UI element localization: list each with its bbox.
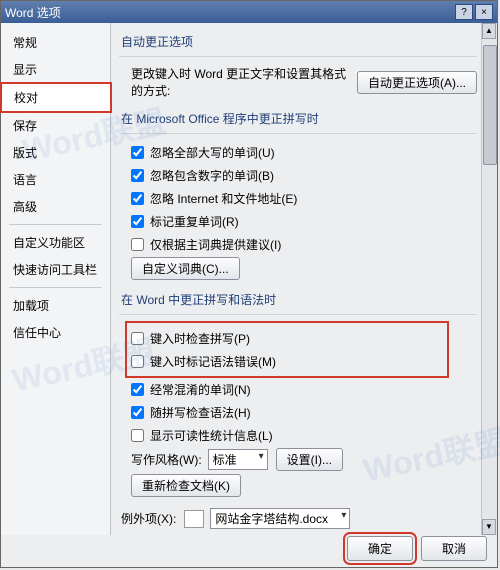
- check-confused-words[interactable]: 经常混淆的单词(N): [131, 379, 477, 399]
- nav-separator: [9, 287, 102, 288]
- cancel-button[interactable]: 取消: [421, 536, 487, 561]
- section-exceptions-heading: 例外项(X): 网站金字塔结构.docx: [119, 500, 477, 535]
- recheck-button[interactable]: 重新检查文档(K): [131, 474, 241, 497]
- nav-item-save[interactable]: 保存: [1, 112, 110, 139]
- autocorrect-options-button[interactable]: 自动更正选项(A)...: [357, 71, 477, 94]
- check-grammar-as-type[interactable]: 键入时标记语法错误(M): [131, 351, 447, 371]
- checkbox[interactable]: [131, 406, 144, 419]
- help-button[interactable]: ?: [455, 4, 473, 20]
- footer-buttons: 确定 取消: [347, 536, 487, 561]
- check-spell-as-type[interactable]: 键入时检查拼写(P): [131, 328, 447, 348]
- custom-dict-row: 自定义词典(C)...: [131, 257, 477, 280]
- scroll-thumb[interactable]: [483, 45, 497, 165]
- autocorrect-row: 更改键入时 Word 更正文字和设置其格式的方式: 自动更正选项(A)...: [131, 65, 477, 99]
- nav-item-customize-ribbon[interactable]: 自定义功能区: [1, 229, 110, 256]
- check-ignore-urls[interactable]: 忽略 Internet 和文件地址(E): [131, 188, 477, 208]
- check-ignore-numbers[interactable]: 忽略包含数字的单词(B): [131, 165, 477, 185]
- section-office-heading: 在 Microsoft Office 程序中更正拼写时: [119, 102, 477, 134]
- checkbox[interactable]: [131, 238, 144, 251]
- section-grammar-heading: 在 Word 中更正拼写和语法时: [119, 283, 477, 315]
- check-flag-repeated[interactable]: 标记重复单词(R): [131, 211, 477, 231]
- nav-item-advanced[interactable]: 高级: [1, 193, 110, 220]
- highlighted-checks-box: 键入时检查拼写(P) 键入时标记语法错误(M): [127, 323, 447, 376]
- nav-item-proofing[interactable]: 校对: [1, 83, 111, 112]
- writing-style-label: 写作风格(W):: [131, 451, 202, 468]
- nav-item-display[interactable]: 显示: [1, 56, 110, 83]
- nav-item-addins[interactable]: 加载项: [1, 292, 110, 319]
- titlebar: Word 选项 ? ×: [1, 1, 497, 23]
- nav-separator: [9, 224, 102, 225]
- settings-button[interactable]: 设置(I)...: [276, 448, 343, 471]
- exceptions-file-combo[interactable]: 网站金字塔结构.docx: [210, 508, 350, 529]
- checkbox[interactable]: [131, 146, 144, 159]
- main-panel: 自动更正选项 更改键入时 Word 更正文字和设置其格式的方式: 自动更正选项(…: [111, 23, 497, 535]
- content-area: 自动更正选项 更改键入时 Word 更正文字和设置其格式的方式: 自动更正选项(…: [115, 25, 497, 535]
- section-autocorrect-heading: 自动更正选项: [119, 25, 477, 57]
- nav-item-general[interactable]: 常规: [1, 29, 110, 56]
- close-button[interactable]: ×: [475, 4, 493, 20]
- checkbox[interactable]: [131, 215, 144, 228]
- check-main-dict-only[interactable]: 仅根据主词典提供建议(I): [131, 234, 477, 254]
- autocorrect-label: 更改键入时 Word 更正文字和设置其格式的方式:: [131, 65, 352, 99]
- nav-item-layout[interactable]: 版式: [1, 139, 110, 166]
- dialog-title: Word 选项: [5, 4, 453, 21]
- word-options-dialog: Word 选项 ? × 常规 显示 校对 保存 版式 语言 高级 自定义功能区 …: [0, 0, 498, 568]
- nav-item-trust[interactable]: 信任中心: [1, 319, 110, 346]
- check-readability[interactable]: 显示可读性统计信息(L): [131, 425, 477, 445]
- writing-style-combo[interactable]: 标准: [208, 449, 268, 470]
- recheck-row: 重新检查文档(K): [131, 474, 477, 497]
- scrollbar[interactable]: ▲ ▼: [481, 23, 497, 535]
- nav-item-language[interactable]: 语言: [1, 166, 110, 193]
- dialog-body: 常规 显示 校对 保存 版式 语言 高级 自定义功能区 快速访问工具栏 加载项 …: [1, 23, 497, 535]
- checkbox[interactable]: [131, 383, 144, 396]
- checkbox[interactable]: [131, 332, 144, 345]
- exceptions-label: 例外项(X):: [121, 510, 176, 527]
- writing-style-row: 写作风格(W): 标准 设置(I)...: [131, 448, 477, 471]
- nav-sidebar: 常规 显示 校对 保存 版式 语言 高级 自定义功能区 快速访问工具栏 加载项 …: [1, 23, 111, 535]
- checkbox[interactable]: [131, 429, 144, 442]
- checkbox[interactable]: [131, 192, 144, 205]
- custom-dictionaries-button[interactable]: 自定义词典(C)...: [131, 257, 240, 280]
- check-grammar-with-spelling[interactable]: 随拼写检查语法(H): [131, 402, 477, 422]
- checkbox[interactable]: [131, 169, 144, 182]
- scroll-up-arrow[interactable]: ▲: [482, 23, 496, 39]
- check-ignore-uppercase[interactable]: 忽略全部大写的单词(U): [131, 142, 477, 162]
- ok-button[interactable]: 确定: [347, 536, 413, 561]
- checkbox[interactable]: [131, 355, 144, 368]
- document-icon: [184, 510, 204, 528]
- nav-item-qat[interactable]: 快速访问工具栏: [1, 256, 110, 283]
- scroll-down-arrow[interactable]: ▼: [482, 519, 496, 535]
